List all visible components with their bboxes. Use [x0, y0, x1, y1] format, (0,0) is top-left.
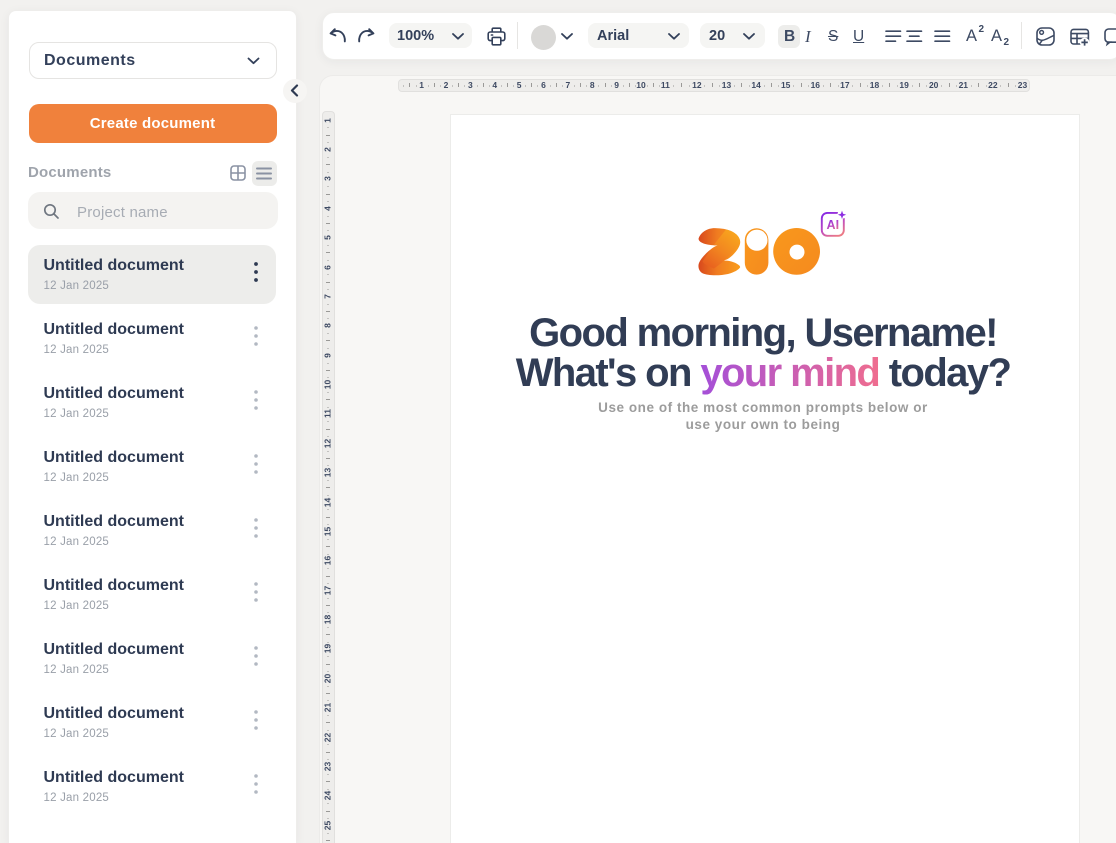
- svg-text:AI: AI: [827, 218, 840, 232]
